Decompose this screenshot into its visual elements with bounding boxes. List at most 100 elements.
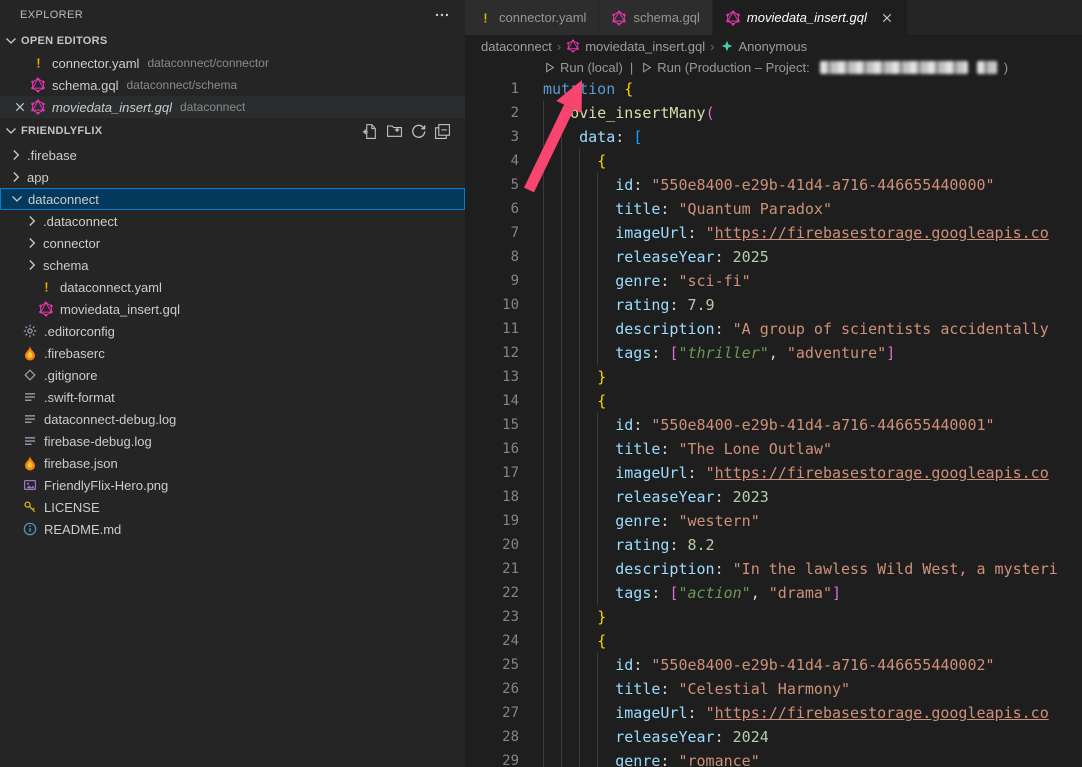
gear-icon	[22, 323, 38, 339]
indent-guide	[561, 677, 562, 701]
tree-item-.gitignore[interactable]: .gitignore	[0, 364, 465, 386]
tab-schema.gql[interactable]: schema.gql	[599, 0, 712, 35]
line-number: 22	[465, 581, 519, 605]
indent-guide	[579, 509, 580, 533]
tree-item-label: app	[27, 170, 49, 185]
line-content: genre: "western"	[543, 509, 760, 533]
tree-item-label: schema	[43, 258, 89, 273]
tree-item-label: connector	[43, 236, 100, 251]
code-editor[interactable]: Run (local) | Run (Production – Project:…	[465, 57, 1082, 767]
tree-item-dataconnect[interactable]: dataconnect	[0, 188, 465, 210]
line-number: 23	[465, 605, 519, 629]
tree-item-.swift-format[interactable]: .swift-format	[0, 386, 465, 408]
file-tree: .firebase app dataconnect .dataconnect conne…	[0, 144, 465, 540]
tree-item-README.md[interactable]: README.md	[0, 518, 465, 540]
workspace-header[interactable]: FRIENDLYFLIX	[0, 118, 465, 144]
breadcrumb-item[interactable]: moviedata_insert.gql	[566, 39, 705, 54]
line-number: 19	[465, 509, 519, 533]
code-line-3: 3 data: [	[465, 125, 1082, 149]
tree-item-label: README.md	[44, 522, 121, 537]
tree-item-.dataconnect[interactable]: .dataconnect	[0, 210, 465, 232]
close-editor-icon[interactable]	[12, 99, 28, 115]
breadcrumb-item[interactable]: dataconnect	[481, 39, 552, 54]
tree-item-firebase.json[interactable]: firebase.json	[0, 452, 465, 474]
indent-guide	[597, 677, 598, 701]
breadcrumb-item[interactable]: Anonymous	[720, 39, 808, 54]
image-icon	[22, 477, 38, 493]
tree-item-label: FriendlyFlix-Hero.png	[44, 478, 168, 493]
tab-label: connector.yaml	[499, 10, 586, 25]
indent-guide	[561, 245, 562, 269]
code-line-24: 24 {	[465, 629, 1082, 653]
tree-item-label: LICENSE	[44, 500, 100, 515]
indent-guide	[597, 245, 598, 269]
indent-guide	[597, 221, 598, 245]
line-number: 28	[465, 725, 519, 749]
tree-item-app[interactable]: app	[0, 166, 465, 188]
breadcrumb-label: moviedata_insert.gql	[585, 39, 705, 54]
tree-item-firebase-debug.log[interactable]: firebase-debug.log	[0, 430, 465, 452]
tree-item-label: .dataconnect	[43, 214, 117, 229]
indent-guide	[543, 413, 544, 437]
line-number: 17	[465, 461, 519, 485]
indent-guide	[579, 653, 580, 677]
line-content: rating: 8.2	[543, 533, 715, 557]
run-local-link[interactable]: Run (local)	[543, 60, 623, 75]
line-content: imageUrl: "https://firebasestorage.googl…	[543, 701, 1049, 725]
tree-item-schema[interactable]: schema	[0, 254, 465, 276]
refresh-icon[interactable]	[410, 123, 427, 140]
line-content: releaseYear: 2023	[543, 485, 769, 509]
open-editors-header[interactable]: OPEN EDITORS	[0, 30, 465, 52]
indent-guide	[561, 605, 562, 629]
line-content: rating: 7.9	[543, 293, 715, 317]
open-editor-item[interactable]: !connector.yamldataconnect/connector	[0, 52, 465, 74]
tree-item-.editorconfig[interactable]: .editorconfig	[0, 320, 465, 342]
indent-guide	[597, 293, 598, 317]
indent-guide	[579, 221, 580, 245]
code-line-22: 22 tags: ["action", "drama"]	[465, 581, 1082, 605]
open-editor-item[interactable]: moviedata_insert.gqldataconnect	[0, 96, 465, 118]
line-number: 16	[465, 437, 519, 461]
indent-guide	[543, 317, 544, 341]
code-line-10: 10 rating: 7.9	[465, 293, 1082, 317]
run-production-link[interactable]: Run (Production – Project: )	[640, 60, 1008, 75]
more-actions-icon[interactable]	[433, 6, 451, 24]
line-content: }	[543, 605, 606, 629]
indent-guide	[561, 125, 562, 149]
new-folder-icon[interactable]	[386, 123, 403, 140]
code-line-7: 7 imageUrl: "https://firebasestorage.goo…	[465, 221, 1082, 245]
tree-item-moviedata_insert.gql[interactable]: moviedata_insert.gql	[0, 298, 465, 320]
indent-guide	[543, 365, 544, 389]
indent-guide	[543, 293, 544, 317]
line-content: title: "Celestial Harmony"	[543, 677, 850, 701]
close-tab-icon[interactable]	[879, 10, 895, 26]
indent-guide	[597, 413, 598, 437]
explorer-title: EXPLORER	[20, 9, 83, 21]
redacted-project-suffix	[977, 61, 997, 74]
line-content: tags: ["action", "drama"]	[543, 581, 841, 605]
indent-guide	[543, 485, 544, 509]
tree-item-dataconnect-debug.log[interactable]: dataconnect-debug.log	[0, 408, 465, 430]
tree-item-LICENSE[interactable]: LICENSE	[0, 496, 465, 518]
line-number: 6	[465, 197, 519, 221]
breadcrumb-separator: ›	[557, 39, 561, 54]
tab-moviedata_insert.gql[interactable]: moviedata_insert.gql	[713, 0, 908, 35]
diamond-icon	[22, 367, 38, 383]
collapse-all-icon[interactable]	[434, 123, 451, 140]
tree-item-connector[interactable]: connector	[0, 232, 465, 254]
tree-item-FriendlyFlix-Hero.png[interactable]: FriendlyFlix-Hero.png	[0, 474, 465, 496]
tree-item-.firebase[interactable]: .firebase	[0, 144, 465, 166]
line-content: {	[543, 629, 606, 653]
tree-item-label: dataconnect.yaml	[60, 280, 162, 295]
indent-guide	[597, 581, 598, 605]
chevron-down-icon	[3, 33, 19, 49]
chevron-right-icon	[24, 213, 40, 229]
tree-item-dataconnect.yaml[interactable]: !dataconnect.yaml	[0, 276, 465, 298]
tab-connector.yaml[interactable]: !connector.yaml	[465, 0, 599, 35]
new-file-icon[interactable]	[362, 123, 379, 140]
indent-guide	[543, 509, 544, 533]
code-line-9: 9 genre: "sci-fi"	[465, 269, 1082, 293]
open-editor-item[interactable]: schema.gqldataconnect/schema	[0, 74, 465, 96]
indent-guide	[597, 509, 598, 533]
tree-item-.firebaserc[interactable]: .firebaserc	[0, 342, 465, 364]
